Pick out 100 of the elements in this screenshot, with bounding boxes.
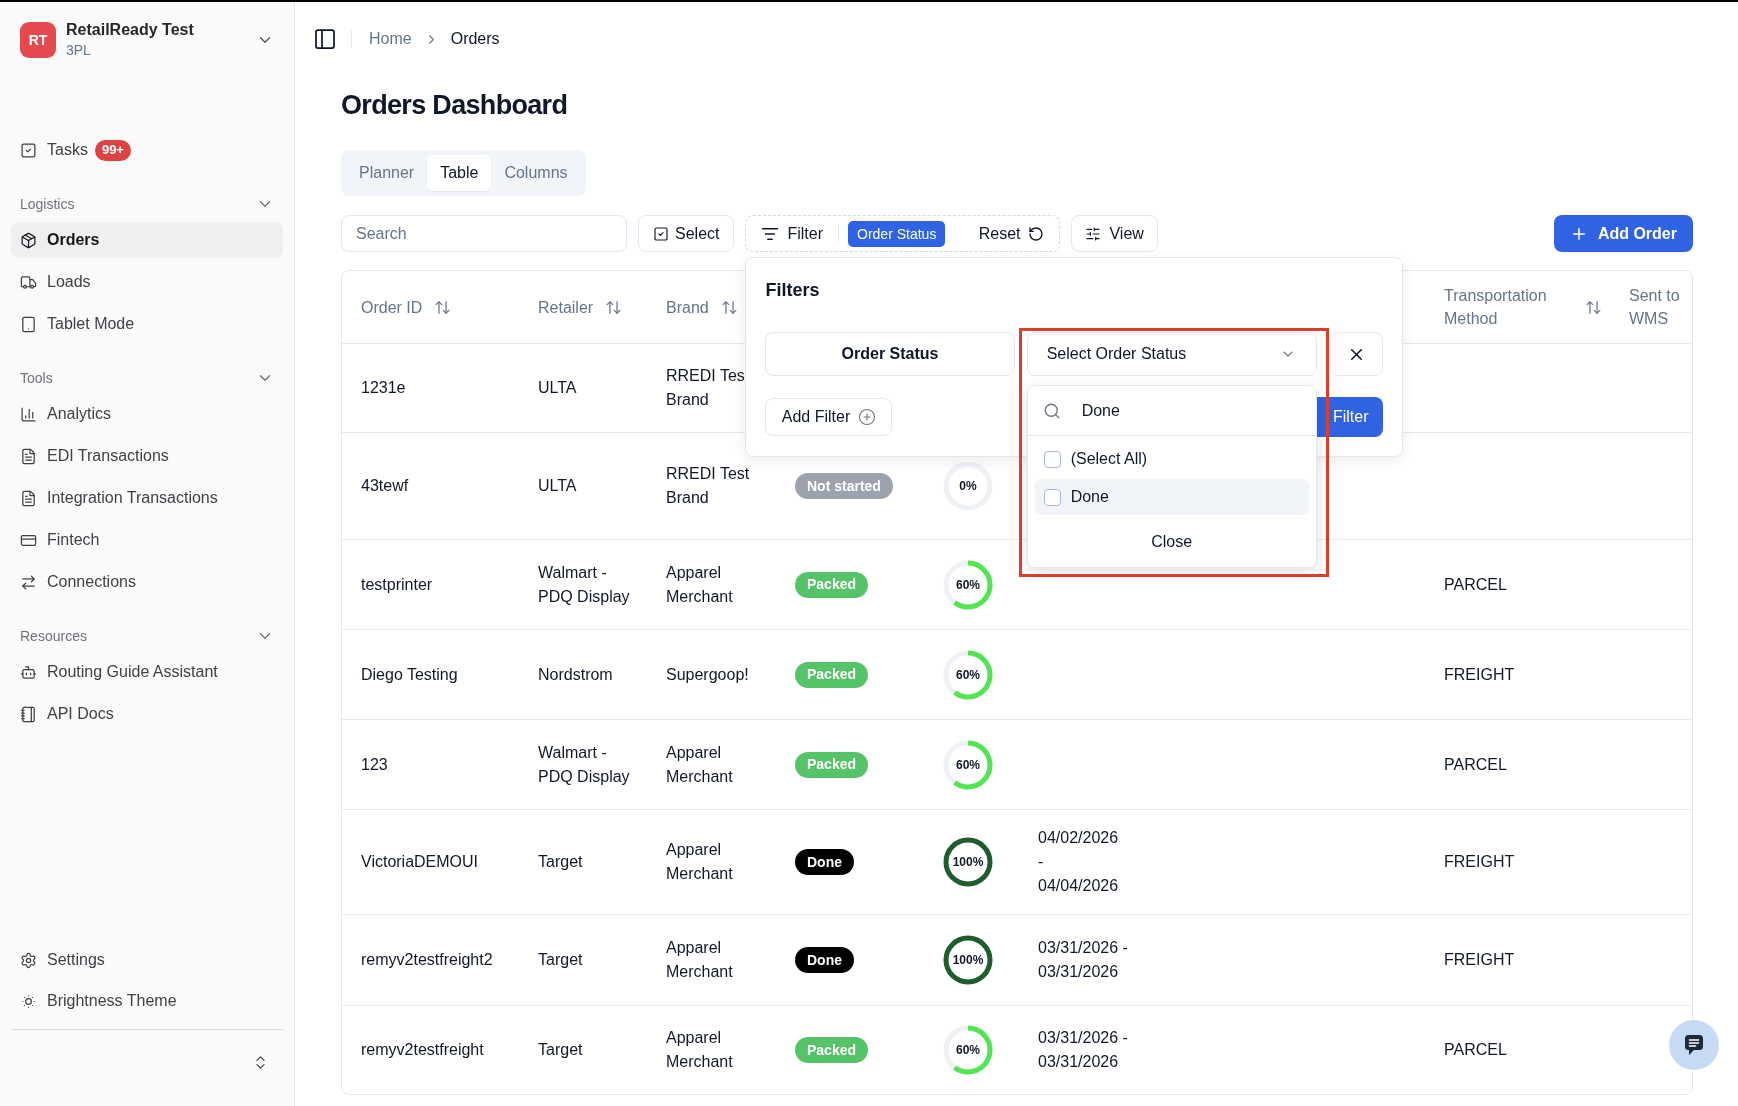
nav-item[interactable]: Brightness Theme (11, 983, 283, 1019)
chat-icon (1682, 1033, 1706, 1057)
table-cell: RREDI Test Brand (666, 465, 750, 506)
dropdown-option[interactable]: Done (1034, 479, 1309, 515)
table-cell: remyv2testfreight (361, 1041, 484, 1058)
progress-ring (943, 461, 993, 511)
table-cell: Apparel Merchant (666, 1029, 733, 1070)
count-badge: 99+ (94, 139, 131, 161)
add-filter-button[interactable]: Add Filter (765, 398, 893, 436)
progress-percent: 100% (952, 954, 984, 966)
search-field[interactable]: Search (341, 215, 627, 252)
progress-ring (943, 559, 993, 610)
nav-item[interactable]: Analytics (11, 396, 283, 432)
nav-item[interactable]: EDI Transactions (11, 438, 283, 474)
sort-icon[interactable] (1585, 298, 1602, 316)
nav-item[interactable]: Loads (11, 264, 283, 300)
field-select[interactable]: Order Status (765, 332, 1015, 376)
table-cell: 03/31/2026 - 03/31/2026 (1038, 939, 1128, 980)
truck-icon (20, 273, 37, 291)
filter-button[interactable]: Filter (755, 221, 830, 246)
breadcrumb-current: Orders (450, 29, 500, 49)
nav-item[interactable]: Settings (11, 942, 283, 978)
column-header: Order ID (361, 297, 423, 318)
table-cell: Diego Testing (361, 665, 458, 683)
tablet-icon (20, 315, 37, 333)
close-button[interactable]: Close (1145, 530, 1199, 554)
robot-icon (20, 663, 37, 681)
workspace-type: 3PL (66, 41, 92, 60)
status-badge: Done (795, 947, 854, 973)
nav-item[interactable]: Orders (11, 222, 283, 258)
table-cell: Target (538, 853, 583, 870)
table-cell: Walmart - PDQ Display (538, 563, 630, 605)
nav-item[interactable]: Connections (11, 564, 283, 600)
progress-percent: 0% (959, 480, 977, 492)
status-badge: Packed (795, 751, 869, 778)
checkbox[interactable] (1043, 450, 1061, 468)
column-header: Retailer (538, 297, 594, 318)
sort-icon[interactable] (720, 298, 738, 316)
sort-icon[interactable] (434, 298, 452, 316)
table-cell: Apparel Merchant (666, 743, 733, 785)
add-order-button[interactable]: Add Order (1553, 215, 1693, 252)
remove-filter-button[interactable] (1329, 332, 1384, 376)
workspace-name: RetailReady Test (66, 20, 194, 40)
popover-title: Filters (765, 279, 820, 302)
apply-filter-button[interactable]: Filter (1316, 397, 1384, 437)
plus-circle-icon (858, 408, 877, 426)
nav-item[interactable]: Fintech (11, 522, 283, 558)
tab[interactable]: Planner (346, 155, 428, 191)
table-cell: RREDI Tes Brand (666, 367, 745, 408)
table-cell: ULTA (538, 379, 577, 396)
workspace-initials: RT (20, 22, 56, 58)
value-select[interactable]: Select Order Status (1026, 332, 1317, 376)
document-icon (20, 489, 37, 507)
nav-item[interactable]: Routing Guide Assistant (11, 654, 283, 690)
tab[interactable]: Table (427, 155, 492, 191)
table-cell: FREIGHT (1444, 665, 1515, 683)
table-cell: 123 (361, 755, 388, 773)
table-cell: PARCEL (1444, 755, 1507, 773)
column-header: Sent to WMS (1629, 286, 1681, 329)
progress-percent: 60% (956, 758, 980, 771)
progress-percent: 100% (952, 856, 984, 868)
table-cell: 03/31/2026 - 03/31/2026 (1038, 1029, 1128, 1070)
section-label: Logistics (20, 194, 75, 214)
bar-chart-icon (20, 405, 37, 423)
package-icon (20, 231, 37, 249)
select-button[interactable]: Select (638, 215, 735, 252)
table-cell: ULTA (538, 477, 577, 494)
table-cell: Target (538, 951, 583, 968)
nav-item[interactable]: Tasks (11, 132, 95, 168)
status-badge: Packed (795, 1037, 869, 1063)
status-badge: Packed (795, 571, 869, 598)
progress-percent: 60% (956, 668, 980, 681)
checkbox-icon (20, 141, 37, 159)
sidebar-toggle-icon[interactable] (313, 27, 337, 51)
table-cell: VictoriaDEMOUI (361, 853, 479, 870)
checkbox[interactable] (1043, 488, 1061, 506)
table-cell: Nordstrom (538, 665, 613, 683)
progress-percent: 60% (956, 1044, 980, 1056)
table-cell: Apparel Merchant (666, 939, 733, 980)
table-cell: FREIGHT (1444, 853, 1515, 870)
progress-ring (943, 837, 993, 887)
dropdown-search-field[interactable]: Done (1081, 398, 1272, 423)
filter-chip[interactable]: Order Status (848, 220, 946, 247)
search-icon (1042, 401, 1061, 420)
progress-ring (943, 649, 993, 700)
breadcrumb-link[interactable]: Home (369, 27, 412, 51)
progress-ring (943, 1025, 993, 1075)
nav-item[interactable]: Tablet Mode (11, 306, 283, 342)
arrows-icon (20, 573, 37, 591)
table-cell: Walmart - PDQ Display (538, 743, 630, 785)
table-cell: PARCEL (1444, 575, 1507, 593)
view-button[interactable]: View (1071, 215, 1158, 252)
reset-button[interactable]: Reset (978, 221, 1045, 246)
nav-item[interactable]: API Docs (11, 696, 283, 732)
column-header: Transportation Method (1444, 286, 1548, 329)
nav-item[interactable]: Integration Transactions (11, 480, 283, 516)
table-cell: Target (538, 1041, 583, 1058)
page-title: Orders Dashboard (341, 89, 568, 122)
tab[interactable]: Columns (491, 155, 581, 191)
sort-icon[interactable] (605, 298, 623, 316)
